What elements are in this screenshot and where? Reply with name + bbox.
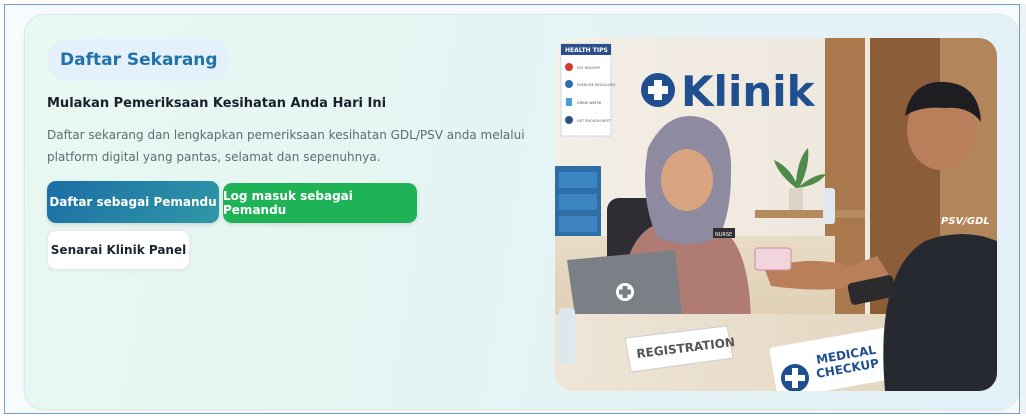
health-tip-2: EXERCISE REGULARLY [577, 83, 616, 87]
shirt-text: PSV/GDL [941, 216, 990, 227]
health-tip-4: GET ENOUGH REST [577, 119, 612, 123]
panel-clinics-button[interactable]: Senarai Klinik Panel [47, 230, 190, 270]
health-tips-title: HEALTH TIPS [565, 47, 608, 54]
cta-description: Daftar sekarang dan lengkapkan pemeriksa… [47, 128, 525, 164]
health-tip-3: DRINK WATER [577, 101, 602, 105]
nurse-nametag: NURSE [715, 232, 732, 238]
cta-headline: Mulakan Pemeriksaan Kesihatan Anda Hari … [47, 96, 387, 111]
register-driver-button[interactable]: Daftar sebagai Pemandu [47, 181, 219, 223]
section-badge: Daftar Sekarang [47, 39, 231, 81]
clinic-registration-image: HEALTH TIPS EAT HEALTHY EXERCISE REGULAR… [555, 38, 997, 391]
scrollbar[interactable] [1020, 4, 1026, 414]
clinic-sign: Klinik [681, 67, 816, 116]
health-tip-1: EAT HEALTHY [577, 66, 601, 70]
login-driver-button[interactable]: Log masuk sebagai Pemandu [223, 183, 417, 223]
